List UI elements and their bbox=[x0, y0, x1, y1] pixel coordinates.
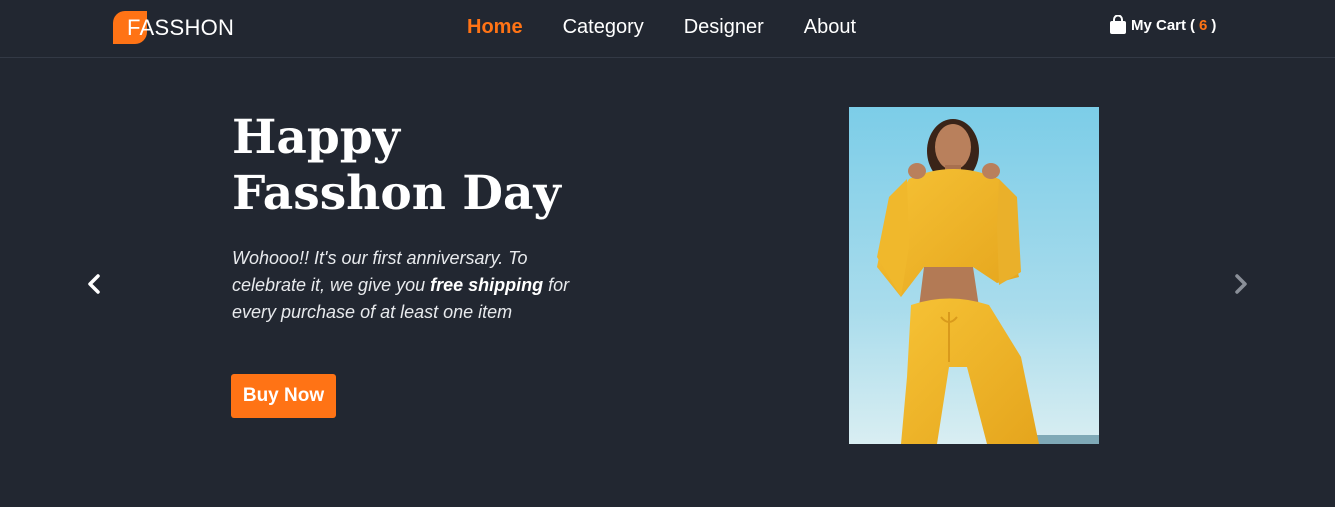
chevron-right-icon bbox=[1235, 274, 1247, 294]
hero-desc-highlight: free shipping bbox=[430, 275, 544, 295]
hero-description: Wohooo!! It's our first anniversary. To … bbox=[232, 245, 572, 326]
brand-logo[interactable]: FASSHON bbox=[113, 11, 238, 44]
hero-model-image bbox=[849, 107, 1099, 444]
cart-count-badge: 6 bbox=[1199, 16, 1208, 34]
chevron-left-icon bbox=[88, 274, 100, 294]
cart-label: My Cart bbox=[1131, 16, 1187, 34]
hero-title: Happy Fasshon Day bbox=[232, 110, 652, 222]
nav-link-home[interactable]: Home bbox=[467, 14, 523, 40]
carousel-next-button[interactable] bbox=[1228, 272, 1252, 296]
shopping-bag-icon bbox=[1110, 15, 1126, 34]
nav-link-category[interactable]: Category bbox=[563, 14, 644, 40]
buy-now-button[interactable]: Buy Now bbox=[231, 374, 336, 418]
brand-name: FASSHON bbox=[127, 15, 235, 40]
cart-paren-open: ( bbox=[1190, 16, 1196, 34]
nav-link-designer[interactable]: Designer bbox=[684, 14, 764, 40]
hero-title-line-1: Happy bbox=[232, 110, 400, 165]
model-photo bbox=[849, 107, 1099, 444]
hero-title-line-2: Fasshon Day bbox=[232, 166, 561, 221]
main-nav: Home Category Designer About bbox=[467, 14, 856, 40]
cart-paren-close: ) bbox=[1211, 16, 1217, 34]
cart-button[interactable]: My Cart(6) bbox=[1109, 15, 1216, 35]
carousel-prev-button[interactable] bbox=[83, 272, 107, 296]
navbar: FASSHON Home Category Designer About My … bbox=[0, 0, 1335, 58]
nav-link-about[interactable]: About bbox=[804, 14, 856, 40]
